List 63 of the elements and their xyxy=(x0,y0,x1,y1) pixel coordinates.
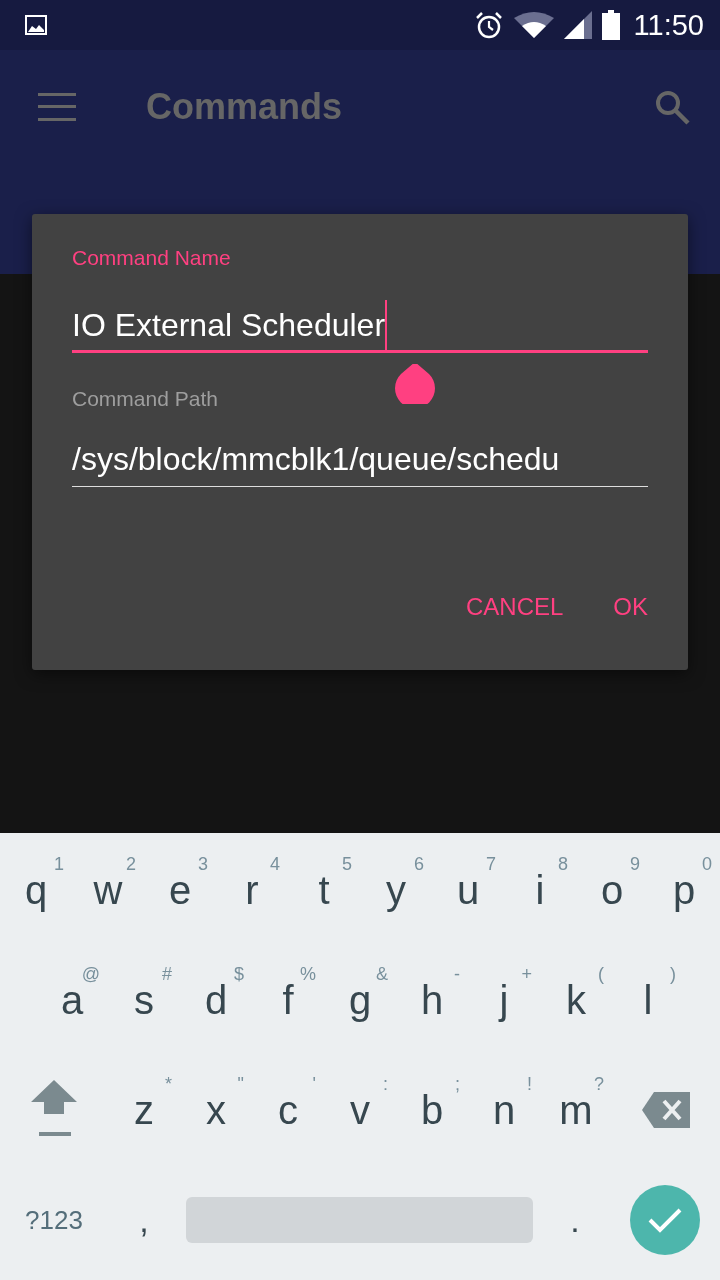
keyboard-key[interactable]: d $ xyxy=(180,950,252,1050)
key-hint: # xyxy=(162,964,172,985)
input-field[interactable]: IO External Scheduler xyxy=(72,300,648,353)
keyboard-key[interactable]: x " xyxy=(180,1060,252,1160)
image-icon xyxy=(24,13,48,37)
key-hint: - xyxy=(454,964,460,985)
keyboard-key[interactable]: j + xyxy=(468,950,540,1050)
comma-key[interactable]: , xyxy=(108,1170,180,1270)
screen-title: Commands xyxy=(146,86,344,128)
key-hint: 7 xyxy=(486,854,496,875)
keyboard-key[interactable]: v : xyxy=(324,1060,396,1160)
key-hint: * xyxy=(165,1074,172,1095)
search-icon[interactable] xyxy=(654,89,690,125)
keyboard-key[interactable]: n ! xyxy=(468,1060,540,1160)
key-hint: ) xyxy=(670,964,676,985)
keyboard-key[interactable]: c ' xyxy=(252,1060,324,1160)
key-hint: 4 xyxy=(270,854,280,875)
signal-icon xyxy=(563,11,592,39)
keyboard-key[interactable]: f % xyxy=(252,950,324,1050)
key-hint: ( xyxy=(598,964,604,985)
key-hint: 3 xyxy=(198,854,208,875)
backspace-icon xyxy=(642,1092,690,1128)
key-hint: 9 xyxy=(630,854,640,875)
keyboard-key[interactable]: i 8 xyxy=(504,840,576,940)
input-field[interactable]: /sys/block/mmcblk1/queue/schedu xyxy=(72,441,648,487)
keyboard-key[interactable]: a @ xyxy=(36,950,108,1050)
field-label: Command Path xyxy=(72,387,219,411)
key-hint: $ xyxy=(234,964,244,985)
clock-time: 11:50 xyxy=(633,8,704,42)
key-hint: ? xyxy=(594,1074,604,1095)
key-hint: 2 xyxy=(126,854,136,875)
battery-icon xyxy=(601,10,620,40)
wifi-icon xyxy=(513,12,554,38)
keyboard-key[interactable]: s # xyxy=(108,950,180,1050)
key-hint: " xyxy=(237,1074,244,1095)
keyboard-key[interactable]: h - xyxy=(396,950,468,1050)
keyboard-key[interactable]: z * xyxy=(108,1060,180,1160)
key-hint: ; xyxy=(455,1074,460,1095)
key-hint: 8 xyxy=(558,854,568,875)
key-hint: ' xyxy=(312,1074,316,1095)
check-icon xyxy=(648,1207,682,1233)
key-hint: % xyxy=(300,964,316,985)
field-label: Command Name xyxy=(72,246,232,270)
keyboard-key[interactable]: l ) xyxy=(612,950,684,1050)
key-hint: & xyxy=(376,964,388,985)
keyboard-key[interactable]: t 5 xyxy=(288,840,360,940)
keyboard-key[interactable]: m ? xyxy=(540,1060,612,1160)
cursor-handle[interactable] xyxy=(395,364,435,404)
key-hint: 1 xyxy=(54,854,64,875)
key-hint: ! xyxy=(527,1074,532,1095)
keyboard-key[interactable]: g & xyxy=(324,950,396,1050)
key-hint: @ xyxy=(81,964,100,985)
period-key[interactable]: . xyxy=(539,1170,611,1270)
symbols-key[interactable]: ?123 xyxy=(0,1170,108,1270)
key-hint: + xyxy=(521,964,532,985)
keyboard-key[interactable]: r 4 xyxy=(216,840,288,940)
key-hint: 5 xyxy=(342,854,352,875)
keyboard-key[interactable]: k ( xyxy=(540,950,612,1050)
menu-icon[interactable] xyxy=(38,93,76,121)
key-hint: 0 xyxy=(702,854,712,875)
key-hint: : xyxy=(383,1074,388,1095)
keyboard-key[interactable]: b ; xyxy=(396,1060,468,1160)
key-hint: 6 xyxy=(414,854,424,875)
